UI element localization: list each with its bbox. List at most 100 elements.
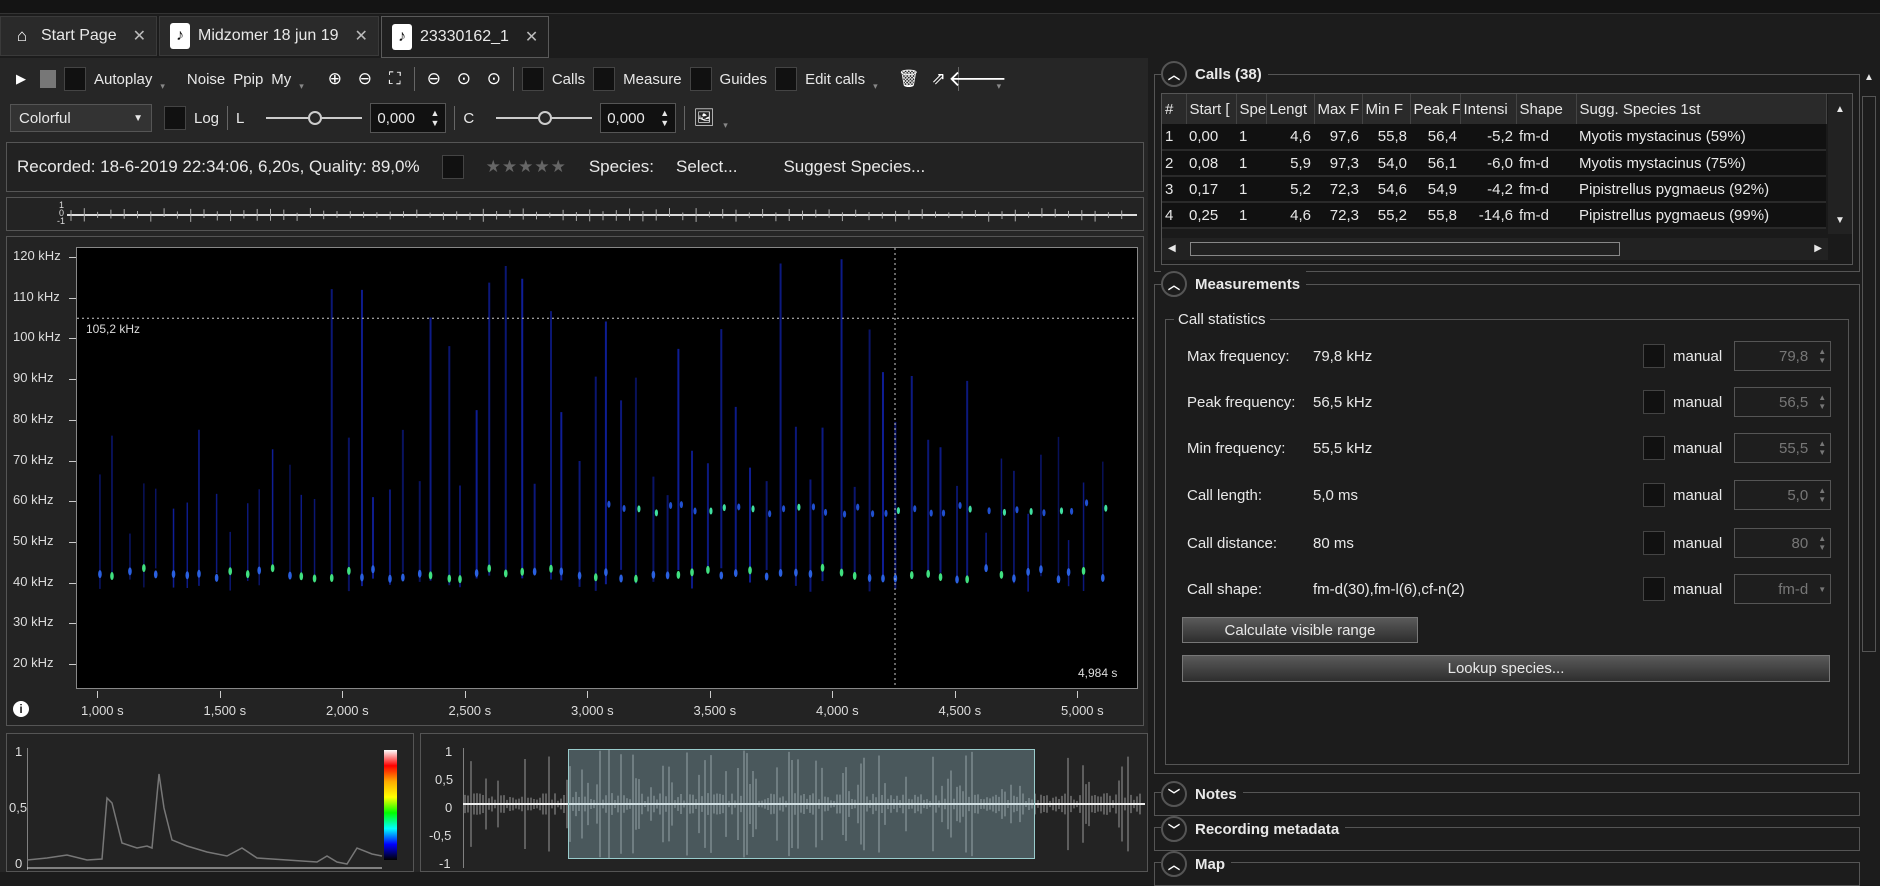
export-image-icon[interactable]: 🖼 xyxy=(693,107,715,129)
c-spinbox[interactable]: 0,000 ▲ ▼ xyxy=(600,103,677,133)
manual-value-input[interactable]: fm-d ▼ xyxy=(1734,574,1832,604)
expand-icon[interactable]: ﹀ xyxy=(1161,816,1187,842)
vertical-scrollbar[interactable]: ▲ ▼ xyxy=(1828,94,1852,234)
move-delete-icon[interactable]: ⇗ xyxy=(928,68,950,90)
collapse-icon[interactable]: ︿ xyxy=(1161,851,1187,877)
column-header[interactable]: Max F xyxy=(1314,94,1363,124)
table-row[interactable]: 1 0,00 1 4,6 97,6 55,8 56,4 -5,2 fm-d Myotis myst… xyxy=(1162,124,1826,151)
spinner-arrows-icon[interactable]: ▲ ▼ xyxy=(1818,486,1826,504)
close-icon[interactable]: ✕ xyxy=(525,27,538,47)
info-icon[interactable]: i xyxy=(13,701,29,717)
zoom-fit-icon[interactable]: ⛶ xyxy=(384,68,406,90)
zoom-out-time-icon[interactable]: ⊖ xyxy=(423,68,445,90)
calls-checkbox[interactable] xyxy=(521,67,544,91)
manual-checkbox[interactable] xyxy=(1643,531,1665,555)
lookup-species-button[interactable]: Lookup species... xyxy=(1182,655,1830,682)
table-row[interactable]: 2 0,08 1 5,9 97,3 54,0 56,1 -6,0 fm-d Myotis myst… xyxy=(1162,150,1826,177)
scrollbar-thumb[interactable] xyxy=(1862,96,1876,652)
tab-midzomer[interactable]: ♪ Midzomer 18 jun 19 ✕ xyxy=(159,16,379,56)
overflow-icon[interactable]: ▾ xyxy=(873,81,878,92)
c-slider[interactable] xyxy=(496,111,593,125)
spinner-arrows-icon[interactable]: ▲ ▼ xyxy=(1818,439,1826,457)
rating-stars[interactable]: ★★★★★ xyxy=(486,157,567,177)
play-icon[interactable]: ▶ xyxy=(10,68,32,90)
zoom-lock-icon[interactable]: ⊙ xyxy=(483,68,505,90)
column-header[interactable]: Start [ xyxy=(1186,94,1237,124)
horizontal-scrollbar[interactable]: ◀ ▶ xyxy=(1162,238,1828,260)
side-panel-scrollbar[interactable]: ▲ xyxy=(1860,68,1878,872)
call-energy-mark xyxy=(768,510,772,518)
overflow-icon[interactable]: ▾ xyxy=(299,81,304,92)
expand-icon[interactable]: ﹀ xyxy=(1161,781,1187,807)
tab-recording[interactable]: ♪ 23330162_1 ✕ xyxy=(380,16,550,58)
collapse-icon[interactable]: ︿ xyxy=(1161,271,1187,297)
waveform-panel[interactable]: 1 0,5 0 -0,5 -1 xyxy=(420,733,1148,872)
music-file-icon: ♪ xyxy=(170,23,191,49)
column-header[interactable]: Intensi xyxy=(1460,94,1517,124)
manual-checkbox[interactable] xyxy=(1643,344,1665,368)
overview-waveform[interactable]: 1 0 -1 xyxy=(6,197,1144,231)
spinner-arrows-icon[interactable]: ▲ ▼ xyxy=(430,108,439,128)
call-energy-mark xyxy=(852,571,857,580)
table-row[interactable]: 4 0,25 1 4,6 72,3 55,2 55,8 -14,6 fm-d Pipistrell… xyxy=(1162,202,1826,229)
spinner-arrows-icon[interactable]: ▲ ▼ xyxy=(1818,534,1826,552)
manual-checkbox[interactable] xyxy=(1643,483,1665,507)
l-spinbox[interactable]: 0,000 ▲ ▼ xyxy=(370,103,447,133)
measure-checkbox[interactable] xyxy=(593,67,616,91)
zoom-in-icon[interactable]: ⊕ xyxy=(324,68,346,90)
noise-preset-button[interactable]: Noise xyxy=(187,71,225,88)
manual-value-input[interactable]: 80 ▲ ▼ xyxy=(1734,528,1832,558)
spinner-arrows-icon[interactable]: ▲ ▼ xyxy=(1818,347,1826,365)
column-header[interactable]: Peak F xyxy=(1410,94,1461,124)
suggest-species-button[interactable]: Suggest Species... xyxy=(783,157,925,177)
spectrogram-plot[interactable] xyxy=(76,247,1138,689)
manual-checkbox[interactable] xyxy=(1643,577,1665,601)
overflow-icon[interactable]: ▾ xyxy=(160,81,165,92)
recording-metadata-section[interactable]: ﹀ Recording metadata xyxy=(1154,816,1860,851)
tab-start-page[interactable]: ⌂ Start Page ✕ xyxy=(0,16,158,56)
column-header[interactable]: Spe xyxy=(1236,94,1267,124)
column-header[interactable]: Lengt xyxy=(1266,94,1315,124)
delete-icon[interactable]: 🗑 xyxy=(898,68,920,90)
overflow-icon[interactable]: ▾ xyxy=(723,120,728,131)
guides-checkbox[interactable] xyxy=(689,67,712,91)
zoom-out-icon[interactable]: ⊖ xyxy=(354,68,376,90)
my-preset-button[interactable]: My xyxy=(271,71,291,88)
visible-range-selection[interactable] xyxy=(568,749,1035,859)
overflow-icon[interactable]: ▾ xyxy=(997,81,1002,92)
close-icon[interactable]: ✕ xyxy=(133,26,146,46)
scrollbar-thumb[interactable] xyxy=(1190,242,1620,256)
collapse-icon[interactable]: ︿ xyxy=(1161,61,1187,87)
autoplay-checkbox[interactable] xyxy=(64,67,86,91)
back-arrow-icon[interactable]: 🡐 xyxy=(948,66,1007,91)
table-row[interactable]: 3 0,17 1 5,2 72,3 54,6 54,9 -4,2 fm-d Pipistrellu… xyxy=(1162,176,1826,203)
calculate-visible-range-button[interactable]: Calculate visible range xyxy=(1182,617,1418,643)
stop-icon[interactable] xyxy=(40,70,56,88)
l-slider[interactable] xyxy=(266,111,363,125)
ppip-preset-button[interactable]: Ppip xyxy=(233,71,263,88)
column-header[interactable]: Shape xyxy=(1516,94,1577,124)
column-header[interactable]: Sugg. Species 1st xyxy=(1576,94,1827,124)
manual-checkbox[interactable] xyxy=(1643,436,1665,460)
notes-section[interactable]: ﹀ Notes xyxy=(1154,781,1860,816)
spinner-arrows-icon[interactable]: ▲ ▼ xyxy=(660,108,669,128)
chevron-down-icon[interactable]: ▼ xyxy=(1818,585,1826,594)
tick-mark xyxy=(954,691,956,698)
edit-calls-checkbox[interactable] xyxy=(775,67,798,91)
scroll-up-icon[interactable]: ▲ xyxy=(1860,72,1878,83)
close-icon[interactable]: ✕ xyxy=(355,26,368,46)
column-header[interactable]: Min F xyxy=(1362,94,1411,124)
palette-select[interactable]: Colorful ▼ xyxy=(10,104,152,132)
manual-value-input[interactable]: 55,5 ▲ ▼ xyxy=(1734,433,1832,463)
manual-value-input[interactable]: 79,8 ▲ ▼ xyxy=(1734,341,1832,371)
log-checkbox[interactable] xyxy=(164,106,186,130)
manual-value-input[interactable]: 56,5 ▲ ▼ xyxy=(1734,387,1832,417)
select-species-button[interactable]: Select... xyxy=(676,157,737,177)
info-checkbox[interactable] xyxy=(441,155,464,179)
zoom-selection-icon[interactable]: ⊙ xyxy=(453,68,475,90)
spinner-arrows-icon[interactable]: ▲ ▼ xyxy=(1818,393,1826,411)
manual-checkbox[interactable] xyxy=(1643,390,1665,414)
column-header[interactable]: # xyxy=(1162,94,1187,124)
map-section[interactable]: ︿ Map xyxy=(1154,851,1860,886)
manual-value-input[interactable]: 5,0 ▲ ▼ xyxy=(1734,480,1832,510)
